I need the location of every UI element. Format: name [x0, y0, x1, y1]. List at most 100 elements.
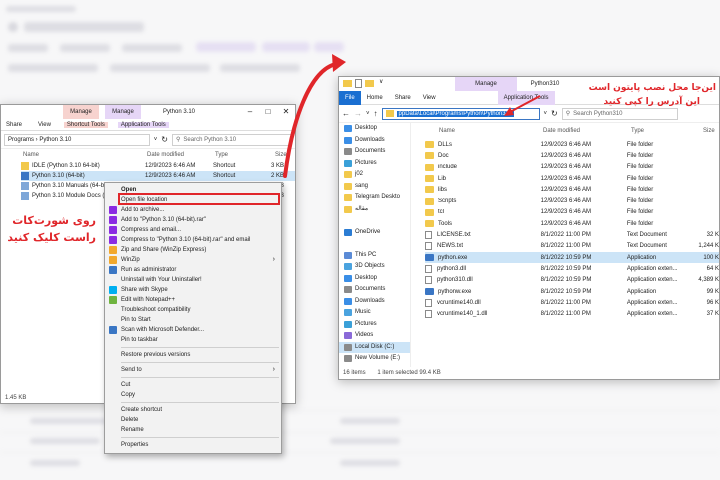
menu-item-scan-with-microsoft-defender[interactable]: Scan with Microsoft Defender...: [105, 325, 281, 335]
nav-item[interactable]: 3D Objects: [339, 261, 410, 273]
menu-item-run-as-administrator[interactable]: Run as administrator: [105, 265, 281, 275]
tab-home[interactable]: Home: [361, 91, 389, 105]
menu-item-add-to-archive[interactable]: Add to archive...: [105, 205, 281, 215]
menu-item-compress-to-python-3-10-64-bit-rar-and-email[interactable]: Compress to "Python 3.10 (64-bit).rar" a…: [105, 235, 281, 245]
menu-item-zip-and-share-winzip-express[interactable]: Zip and Share (WinZip Express): [105, 245, 281, 255]
chevron-down-icon[interactable]: ˅: [544, 111, 548, 117]
minimize-icon[interactable]: –: [241, 105, 259, 119]
list-item[interactable]: libs 12/9/2023 6:46 AM File folder: [425, 184, 719, 195]
menu-item-copy[interactable]: Copy: [105, 390, 281, 400]
address-bar[interactable]: ppData\Local\Programs\Python\Python310: [381, 107, 540, 120]
list-item[interactable]: IDLE (Python 3.10 64-bit) 12/9/2023 6:46…: [21, 161, 295, 171]
annotation-copy-address: این آدرس را کپی کنید: [603, 97, 700, 107]
menu-item-winzip[interactable]: WinZip ›: [105, 255, 281, 265]
nav-item[interactable]: sang: [339, 181, 410, 193]
back-icon[interactable]: ←: [342, 109, 350, 118]
menu-item-restore-previous-versions[interactable]: Restore previous versions: [105, 350, 281, 360]
nav-item[interactable]: Telegram Deskto: [339, 192, 410, 204]
column-date[interactable]: Date modified: [147, 152, 215, 158]
chevron-down-icon[interactable]: ˅: [154, 137, 158, 143]
refresh-icon[interactable]: ↻: [551, 109, 558, 118]
nav-item[interactable]: Documents: [339, 146, 410, 158]
nav-item[interactable]: Local Disk (C:): [339, 341, 410, 353]
menu-item-delete[interactable]: Delete: [105, 415, 281, 425]
search-input[interactable]: ⚲ Search Python310: [561, 107, 678, 120]
column-type[interactable]: Type: [215, 152, 275, 158]
python-app-icon: [425, 288, 434, 295]
nav-item[interactable]: Pictures: [339, 319, 410, 331]
menu-item-cut[interactable]: Cut: [105, 380, 281, 390]
manage-context-tab-1[interactable]: Manage: [63, 105, 99, 119]
recent-dropdown-icon[interactable]: ˅: [366, 111, 370, 117]
close-icon[interactable]: ✕: [277, 105, 295, 119]
nav-item[interactable]: Desktop: [339, 123, 410, 135]
list-item[interactable]: Doc 12/9/2023 6:46 AM File folder: [425, 150, 719, 161]
menu-item-add-to-python-3-10-64-bit-rar[interactable]: Add to "Python 3.10 (64-bit).rar": [105, 215, 281, 225]
list-item[interactable]: Scripts 12/9/2023 6:46 AM File folder: [425, 195, 719, 206]
tab-share[interactable]: Share: [3, 122, 25, 128]
column-size[interactable]: Size: [275, 152, 287, 158]
menu-item-pin-to-taskbar[interactable]: Pin to taskbar: [105, 335, 281, 345]
list-item[interactable]: LICENSE.txt 8/1/2022 11:00 PM Text Documen…: [425, 229, 719, 240]
maximize-icon[interactable]: □: [259, 105, 277, 119]
search-icon: ⚲: [565, 111, 571, 117]
list-item[interactable]: include 12/9/2023 6:46 AM File folder: [425, 162, 719, 173]
list-item[interactable]: python310.dll 8/1/2022 10:59 PM Applicatio…: [425, 275, 719, 286]
nav-item[interactable]: New Volume (E:): [339, 353, 410, 365]
column-name[interactable]: Name: [23, 152, 147, 158]
nav-item-icon: [344, 194, 352, 201]
nav-item[interactable]: مقاله: [339, 204, 410, 216]
column-date[interactable]: Date modified: [543, 128, 631, 134]
search-input[interactable]: ⚲ Search Python 3.10: [172, 133, 292, 146]
list-item[interactable]: vcruntime140.dll 8/1/2022 11:00 PM Applica…: [425, 297, 719, 308]
menu-item-troubleshoot-compatibility[interactable]: Troubleshoot compatibility: [105, 305, 281, 315]
menu-item-share-with-skype[interactable]: Share with Skype: [105, 285, 281, 295]
menu-item-create-shortcut[interactable]: Create shortcut: [105, 405, 281, 415]
nav-item[interactable]: Pictures: [339, 158, 410, 170]
column-name[interactable]: Name: [439, 128, 543, 134]
list-item[interactable]: vcruntime140_1.dll 8/1/2022 11:00 PM Appli…: [425, 308, 719, 319]
list-item[interactable]: tcl 12/9/2023 6:46 AM File folder: [425, 207, 719, 218]
menu-item-send-to[interactable]: Send to ›: [105, 365, 281, 375]
nav-item[interactable]: Downloads: [339, 135, 410, 147]
menu-item-pin-to-start[interactable]: Pin to Start: [105, 315, 281, 325]
tab-shortcut-tools[interactable]: Shortcut Tools: [63, 121, 108, 128]
column-type[interactable]: Type: [631, 128, 703, 134]
list-item[interactable]: python.exe 8/1/2022 10:59 PM Application 10…: [425, 251, 719, 264]
nav-item[interactable]: OneDrive: [339, 227, 410, 239]
forward-icon[interactable]: →: [354, 109, 362, 118]
list-item[interactable]: python3.dll 8/1/2022 10:59 PM Application …: [425, 263, 719, 274]
menu-item-edit-with-notepad[interactable]: Edit with Notepad++: [105, 295, 281, 305]
tab-view[interactable]: View: [417, 91, 442, 105]
nav-item[interactable]: j02: [339, 169, 410, 181]
list-item[interactable]: Lib 12/9/2023 6:46 AM File folder: [425, 173, 719, 184]
address-bar[interactable]: Programs › Python 3.10: [4, 133, 150, 146]
menu-item-properties[interactable]: Properties: [105, 440, 281, 450]
tab-application-tools[interactable]: Application Tools: [117, 121, 169, 128]
nav-item[interactable]: Downloads: [339, 296, 410, 308]
search-placeholder: Search Python 3.10: [183, 136, 237, 143]
nav-item[interactable]: Videos: [339, 330, 410, 342]
tab-file[interactable]: File: [339, 90, 361, 105]
column-size[interactable]: Size: [703, 128, 715, 134]
manage-context-tab[interactable]: Manage: [455, 77, 517, 91]
list-item[interactable]: NEWS.txt 8/1/2022 11:00 PM Text Document 1,…: [425, 241, 719, 252]
qat-dropdown-icon[interactable]: ∨: [379, 78, 383, 85]
up-icon[interactable]: ↑: [374, 109, 378, 118]
list-item[interactable]: DLLs 12/9/2023 6:46 AM File folder: [425, 139, 719, 150]
menu-item-uninstall-with-your-uninstaller[interactable]: Uninstall with Your Uninstaller!: [105, 275, 281, 285]
nav-item[interactable]: Music: [339, 307, 410, 319]
menu-item-compress-and-email[interactable]: Compress and email...: [105, 225, 281, 235]
list-item[interactable]: Tools 12/9/2023 6:46 AM File folder: [425, 218, 719, 229]
manage-context-tab-2[interactable]: Manage: [105, 105, 141, 119]
menu-item-rename[interactable]: Rename: [105, 425, 281, 435]
nav-item[interactable]: Documents: [339, 284, 410, 296]
nav-item-icon: [344, 125, 352, 132]
list-item[interactable]: pythonw.exe 8/1/2022 10:59 PM Application 9…: [425, 286, 719, 297]
refresh-icon[interactable]: ↻: [161, 135, 168, 144]
nav-item[interactable]: This PC: [339, 250, 410, 262]
nav-item[interactable]: Desktop: [339, 273, 410, 285]
tab-view[interactable]: View: [35, 122, 54, 128]
list-item[interactable]: Python 3.10 (64-bit) 12/9/2023 6:46 AM S…: [21, 171, 295, 181]
tab-share[interactable]: Share: [389, 91, 417, 105]
